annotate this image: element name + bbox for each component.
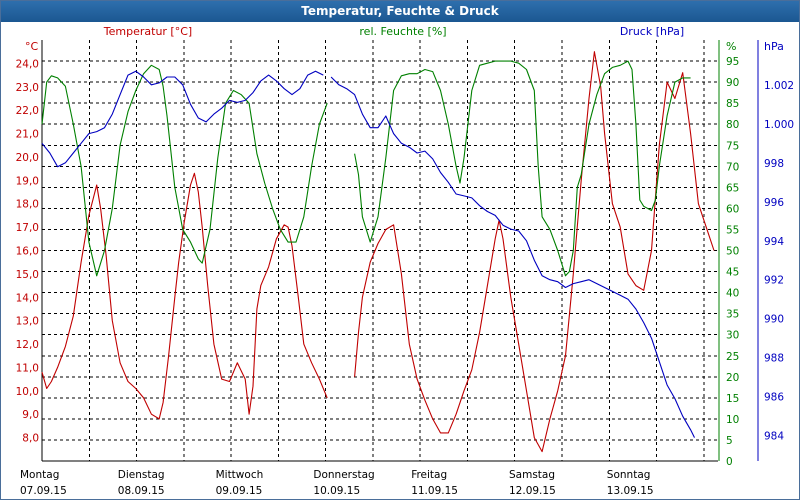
humidity-tick-label: 95 [726, 56, 739, 68]
humidity-tick-label: 85 [726, 98, 739, 110]
pressure-unit-label: hPa [764, 40, 784, 53]
temperature-tick-label: 19,0 [16, 175, 39, 187]
x-tick-label-day: Mittwoch [216, 469, 264, 481]
x-tick-label-date: 07.09.15 [20, 485, 67, 497]
pressure-tick-label: 996 [764, 197, 784, 209]
temperature-tick-label: 22,0 [16, 105, 39, 117]
humidity-tick-label: 55 [726, 224, 739, 236]
humidity-axis-title: rel. Feuchte [%] [359, 25, 446, 38]
humidity-tick-label: 50 [726, 246, 739, 258]
x-tick-label-day: Freitag [411, 469, 447, 481]
humidity-tick-label: 70 [726, 161, 739, 173]
humidity-tick-label: 90 [726, 77, 739, 89]
humidity-unit-label: % [726, 40, 736, 53]
pressure-tick-label: 988 [764, 353, 784, 365]
humidity-tick-label: 45 [726, 267, 739, 279]
temperature-tick-label: 20,0 [16, 152, 39, 164]
x-tick-label-day: Sonntag [607, 469, 651, 481]
temperature-tick-label: 9,0 [22, 409, 39, 421]
temperature-tick-label: 8,0 [22, 433, 39, 445]
x-tick-label-day: Montag [20, 469, 59, 481]
pressure-tick-label: 994 [764, 236, 784, 248]
x-tick-label-date: 11.09.15 [411, 485, 458, 497]
series-line-temperature [41, 51, 715, 453]
series-line-pressure [41, 70, 695, 438]
humidity-tick-label: 75 [726, 140, 739, 152]
humidity-tick-label: 10 [726, 414, 739, 426]
pressure-tick-label: 990 [764, 314, 784, 326]
temperature-tick-label: 17,0 [16, 222, 39, 234]
temperature-tick-label: 14,0 [16, 292, 39, 304]
humidity-tick-label: 15 [726, 393, 739, 405]
temperature-tick-label: 11,0 [16, 362, 39, 374]
pressure-tick-label: 984 [764, 431, 784, 443]
x-tick-label-date: 13.09.15 [607, 485, 654, 497]
x-tick-label-date: 12.09.15 [509, 485, 556, 497]
humidity-tick-label: 20 [726, 372, 739, 384]
x-tick-label-day: Dienstag [118, 469, 165, 481]
humidity-tick-label: 40 [726, 288, 739, 300]
x-tick-label-date: 08.09.15 [118, 485, 165, 497]
x-tick-label-date: 10.09.15 [313, 485, 360, 497]
pressure-tick-label: 992 [764, 275, 784, 287]
pressure-tick-label: 986 [764, 392, 784, 404]
humidity-tick-label: 0 [726, 456, 733, 468]
temperature-axis-title: Temperatur [°C] [103, 25, 192, 38]
pressure-tick-label: 1.000 [764, 119, 794, 131]
temperature-tick-label: 16,0 [16, 246, 39, 258]
humidity-tick-label: 60 [726, 203, 739, 215]
temperature-tick-label: 18,0 [16, 199, 39, 211]
humidity-tick-label: 30 [726, 330, 739, 342]
temperature-tick-label: 13,0 [16, 316, 39, 328]
pressure-axis-title: Druck [hPa] [620, 25, 684, 38]
temperature-tick-label: 12,0 [16, 339, 39, 351]
temperature-unit-label: °C [25, 40, 39, 53]
temperature-tick-label: 24,0 [16, 58, 39, 70]
series-group [41, 51, 715, 453]
x-tick-label-day: Donnerstag [313, 469, 374, 481]
humidity-tick-label: 35 [726, 309, 739, 321]
series-line-humidity [41, 60, 691, 277]
humidity-tick-label: 80 [726, 119, 739, 131]
humidity-tick-label: 5 [726, 435, 733, 447]
temperature-tick-label: 15,0 [16, 269, 39, 281]
x-tick-label-date: 09.09.15 [216, 485, 263, 497]
temperature-tick-label: 10,0 [16, 386, 39, 398]
temperature-tick-label: 23,0 [16, 82, 39, 94]
x-tick-label-day: Samstag [509, 469, 555, 481]
temperature-tick-label: 21,0 [16, 129, 39, 141]
chart-svg: 9590858075706560555045403530252015105024… [16, 25, 794, 497]
pressure-tick-label: 1.002 [764, 80, 794, 92]
humidity-tick-label: 65 [726, 182, 739, 194]
pressure-tick-label: 998 [764, 158, 784, 170]
humidity-tick-label: 25 [726, 351, 739, 363]
